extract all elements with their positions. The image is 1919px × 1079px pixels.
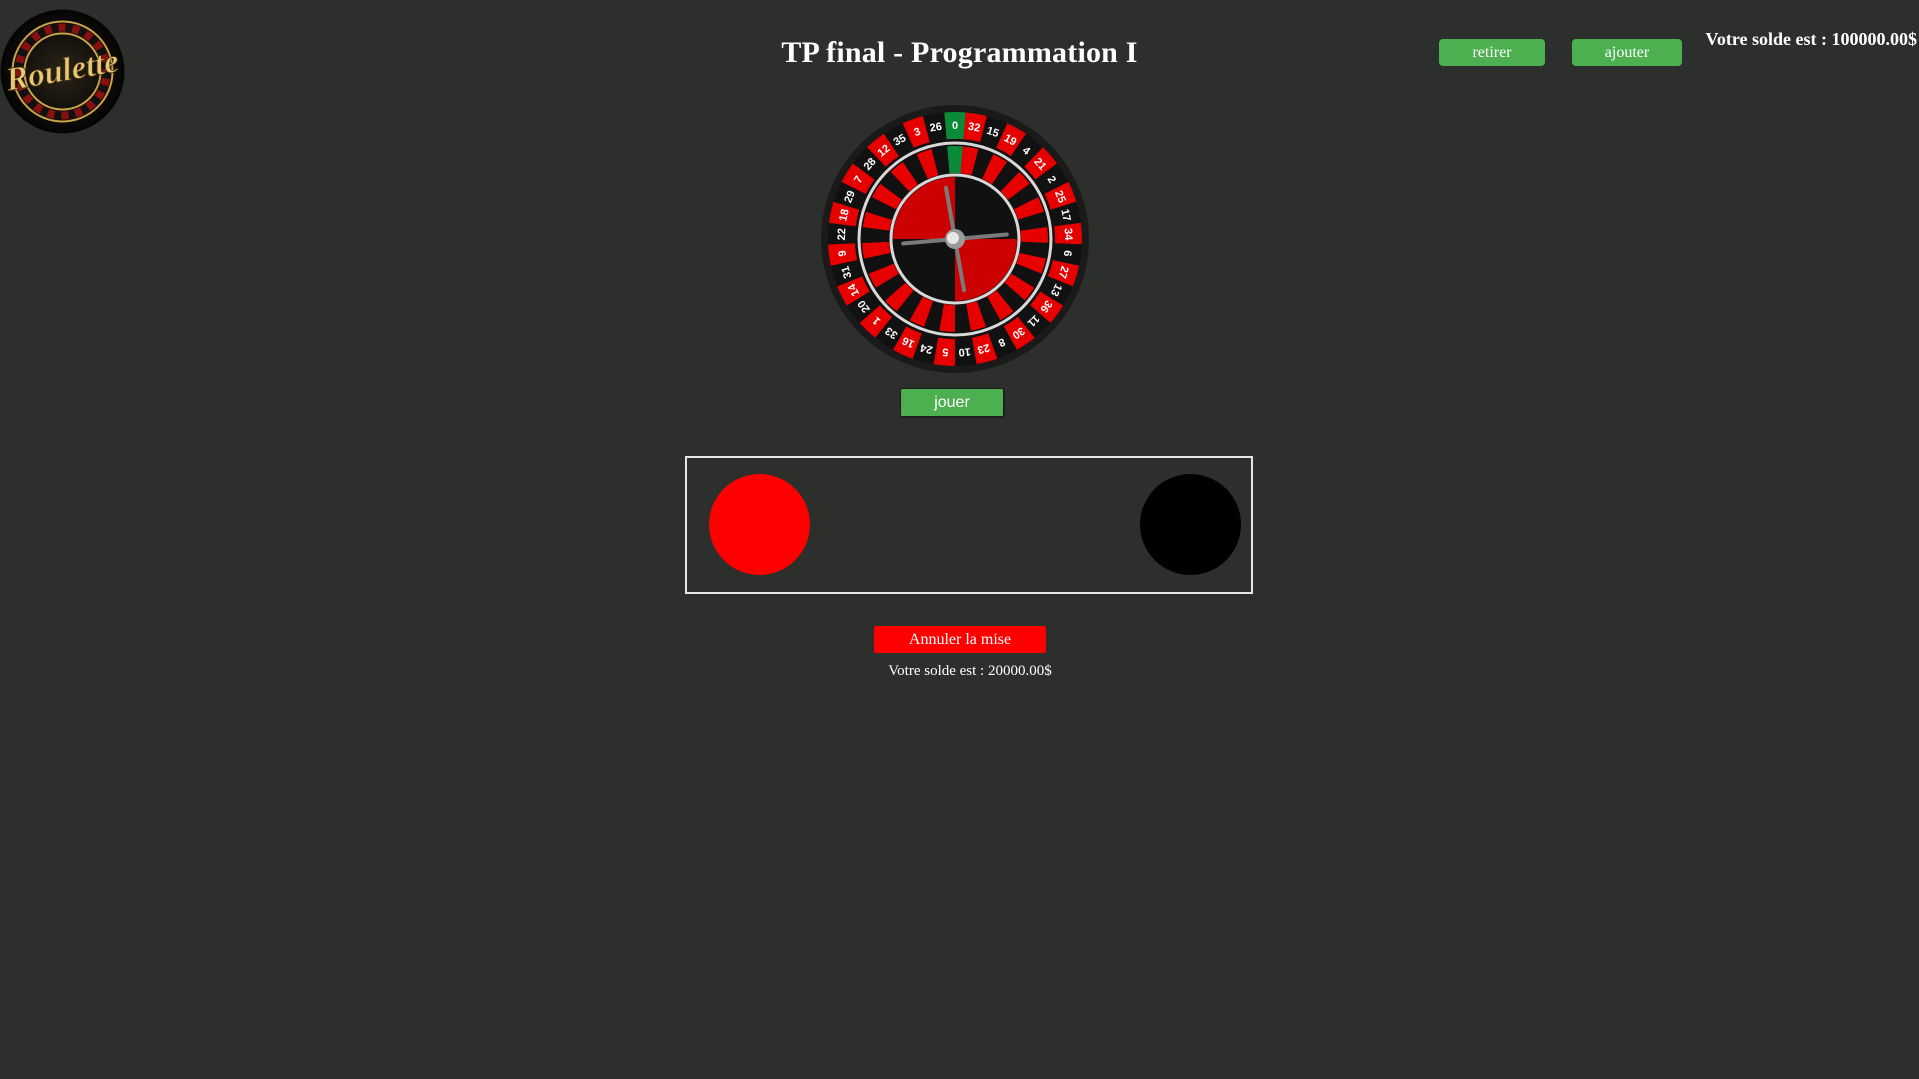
- add-funds-button[interactable]: ajouter: [1572, 39, 1682, 66]
- inner-pocket: [947, 146, 963, 174]
- pocket-number: 5: [942, 345, 949, 357]
- pocket-number: 22: [836, 228, 849, 241]
- withdraw-button[interactable]: retirer: [1439, 39, 1545, 66]
- pocket-number: 34: [1062, 228, 1075, 242]
- pocket-number: 18: [837, 208, 851, 223]
- cancel-bet-button[interactable]: Annuler la mise: [874, 626, 1046, 653]
- bet-black-circle[interactable]: [1140, 474, 1241, 575]
- account-balance: Votre solde est : 100000.00$: [1705, 29, 1917, 49]
- pocket-number: 17: [1058, 208, 1072, 223]
- bet-area: [685, 456, 1253, 594]
- bet-balance: Votre solde est : 20000.00$: [888, 663, 1052, 679]
- roulette-wheel: 0 32 15 19421225173462713361130823105241633…: [821, 105, 1089, 373]
- pocket-number: 10: [958, 345, 971, 358]
- bet-red-circle[interactable]: [709, 474, 810, 575]
- play-button[interactable]: jouer: [900, 388, 1005, 418]
- pocket-number: 26: [929, 121, 943, 135]
- pocket-number: 32: [967, 121, 981, 135]
- ball: [947, 232, 959, 244]
- page: Roulette TP final - Programmation I reti…: [0, 0, 1919, 1079]
- roulette-logo: Roulette: [0, 9, 125, 134]
- pocket-number: 0: [952, 120, 958, 132]
